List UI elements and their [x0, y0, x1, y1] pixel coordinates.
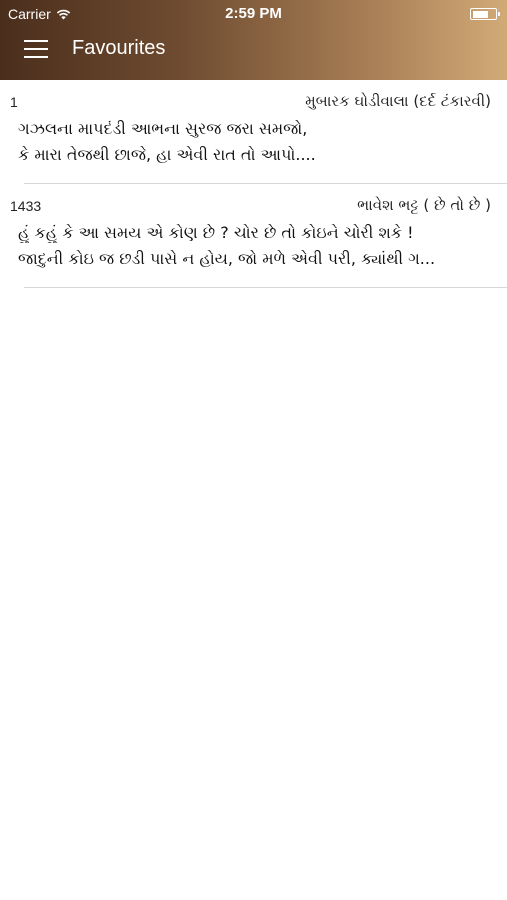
item-number: 1 — [10, 94, 18, 110]
favourites-list: 1 મુબારક ઘોડીવાલા (દર્દ ટંકારવી) ગઝલના મ… — [0, 80, 507, 288]
list-item[interactable]: 1433 ભાવેશ ભટ્ટ ( છે તો છે ) હું કહું કે… — [0, 184, 507, 288]
divider — [24, 287, 507, 288]
item-line-1: હું કહું કે આ સમય એ કોણ છે ? ચોર છે તો ક… — [18, 223, 414, 242]
item-line-1: ગઝલના માપદંડી આભના સુરજ જરા સમજો, — [18, 119, 308, 138]
battery-icon — [470, 8, 500, 20]
status-bar: Carrier 2:59 PM — [0, 0, 507, 28]
hamburger-menu-icon[interactable] — [24, 38, 48, 60]
item-number: 1433 — [10, 198, 42, 214]
battery-nub — [497, 12, 500, 16]
item-line-2: જાદુની કોઇ જ છડી પાસે ન હોય, જો મળે એવી … — [18, 249, 436, 268]
page-title: Favourites — [72, 37, 166, 59]
list-item[interactable]: 1 મુબારક ઘોડીવાલા (દર્દ ટંકારવી) ગઝલના મ… — [0, 80, 507, 184]
item-author: ભાવેશ ભટ્ટ ( છે તો છે ) — [357, 196, 491, 214]
item-line-2: કે મારા તેજથી છાજે, હા એવી રાત તો આપો...… — [18, 145, 316, 164]
item-author: મુબારક ઘોડીવાલા (દર્દ ટંકારવી) — [305, 92, 491, 110]
battery-fill — [472, 10, 489, 18]
status-time: 2:59 PM — [225, 5, 282, 22]
